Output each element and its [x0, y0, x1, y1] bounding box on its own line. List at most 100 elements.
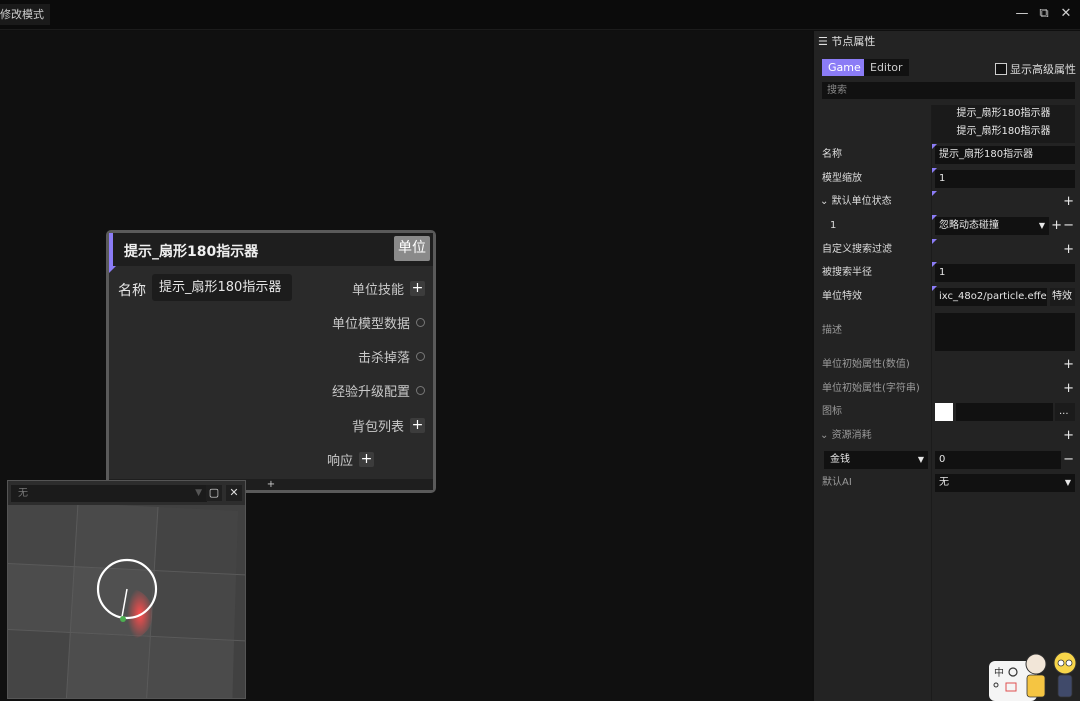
row-label: 单位初始属性(字符串)	[822, 383, 920, 394]
modified-marker	[932, 239, 937, 244]
row-init-attr-str: 单位初始属性(字符串) +	[814, 378, 1080, 400]
node-name-input[interactable]: 提示_扇形180指示器	[152, 274, 292, 301]
node-name-label: 名称	[118, 283, 146, 299]
remove-state-item-button[interactable]: −	[1063, 218, 1074, 233]
add-state-button[interactable]: +	[1063, 194, 1074, 209]
close-icon[interactable]: ✕	[1056, 4, 1076, 24]
row-label-text: 默认单位状态	[831, 196, 892, 207]
resource-type-dropdown[interactable]: 金钱 ▼	[824, 451, 928, 469]
icon-path-input[interactable]	[956, 403, 1053, 421]
port-socket-icon[interactable]	[416, 317, 425, 327]
add-filter-button[interactable]: +	[1063, 242, 1074, 257]
chevron-down-icon[interactable]: ⌄	[820, 196, 828, 207]
resource-amount-input[interactable]: 0	[935, 451, 1061, 469]
unit-node[interactable]: 提示_扇形180指示器 单位 名称 提示_扇形180指示器 单位技能 + 单位模…	[106, 230, 436, 493]
row-label: 被搜索半径	[822, 267, 872, 278]
list-icon: ☰	[818, 35, 828, 48]
row-label: 默认AI	[822, 477, 852, 488]
port-unit-model-data[interactable]: 单位模型数据	[332, 311, 425, 333]
show-advanced-toggle[interactable]: 显示高级属性	[995, 61, 1076, 77]
port-socket-icon[interactable]	[416, 351, 425, 361]
show-advanced-label: 显示高级属性	[1010, 63, 1076, 76]
port-label: 响应	[327, 453, 354, 469]
default-ai-value: 无	[939, 477, 949, 488]
row-label-text: 资源消耗	[831, 430, 872, 441]
chevron-down-icon: ▼	[195, 488, 202, 498]
add-state-item-button[interactable]: +	[1051, 218, 1062, 233]
preview-model-select[interactable]: 无 ▼	[11, 485, 207, 502]
search-radius-input[interactable]: 1	[935, 264, 1075, 282]
port-inventory-list[interactable]: 背包列表 +	[352, 414, 425, 436]
preview-viewport[interactable]	[8, 505, 245, 698]
maximize-icon[interactable]: ▢	[206, 485, 222, 501]
port-response[interactable]: 响应 +	[327, 448, 375, 470]
minimize-icon[interactable]: —	[1012, 4, 1032, 24]
preview-toolbar: 无 ▼ ▢ ✕	[8, 481, 245, 505]
icon-browse-button[interactable]: ...	[1055, 403, 1075, 421]
node-type-badge: 单位	[394, 236, 430, 261]
icon-swatch[interactable]	[935, 403, 953, 421]
plus-icon[interactable]: +	[410, 280, 425, 296]
checkbox[interactable]	[995, 63, 1007, 75]
property-search-input[interactable]: 搜索	[822, 82, 1075, 99]
row-default-ai: 默认AI 无 ▼	[814, 472, 1080, 494]
port-socket-icon[interactable]	[416, 385, 425, 395]
port-label: 击杀掉落	[357, 350, 410, 366]
row-label: 描述	[822, 325, 842, 336]
row-resource-cost: ⌄ 资源消耗 +	[814, 425, 1080, 447]
modified-marker	[932, 191, 937, 196]
mascot-overlay[interactable]: 中	[989, 647, 1080, 701]
row-default-state: ⌄ 默认单位状态 +	[814, 191, 1080, 213]
row-label: 单位特效	[822, 291, 862, 302]
row-state-item: 1 忽略动态碰撞 ▼ + −	[814, 215, 1080, 237]
port-unit-skill[interactable]: 单位技能 +	[352, 277, 425, 299]
tab-editor[interactable]: Editor	[864, 59, 909, 76]
description-textarea[interactable]	[935, 313, 1075, 351]
preview-scene-graphic	[8, 505, 245, 698]
svg-text:中: 中	[994, 666, 1004, 679]
chevron-down-icon: ▼	[1038, 221, 1045, 230]
model-scale-input[interactable]: 1	[935, 170, 1075, 188]
node-properties-panel: ☰ 节点属性 Game Editor 显示高级属性 搜索 提示_扇形180指示器…	[814, 31, 1080, 701]
restore-icon[interactable]: ⧉	[1034, 4, 1054, 24]
state-index: 1	[830, 220, 837, 231]
resource-type-value: 金钱	[830, 454, 850, 465]
plus-icon[interactable]: +	[410, 417, 425, 433]
node-title: 提示_扇形180指示器	[124, 244, 259, 260]
window-title: 修改模式	[0, 4, 50, 25]
row-resource-item: 金钱 ▼ 0 −	[814, 449, 1080, 471]
row-label: 图标	[822, 406, 842, 417]
default-ai-dropdown[interactable]: 无 ▼	[935, 474, 1075, 492]
plus-icon[interactable]: +	[359, 451, 375, 467]
header-line: 提示_扇形180指示器	[956, 126, 1051, 137]
name-input[interactable]: 提示_扇形180指示器	[935, 146, 1075, 164]
modified-marker	[109, 266, 116, 273]
tab-game[interactable]: Game	[822, 59, 867, 76]
add-attr-num-button[interactable]: +	[1063, 357, 1074, 372]
close-icon[interactable]: ✕	[226, 485, 242, 501]
window-title-bar: 修改模式 — ⧉ ✕	[0, 0, 1080, 30]
row-label: 单位初始属性(数值)	[822, 359, 910, 370]
port-label: 单位技能	[351, 282, 404, 298]
panel-title: 节点属性	[831, 35, 876, 48]
chevron-down-icon[interactable]: ⌄	[820, 430, 828, 441]
remove-resource-button[interactable]: −	[1063, 452, 1074, 467]
chevron-down-icon: ▼	[1064, 478, 1071, 487]
add-resource-button[interactable]: +	[1063, 428, 1074, 443]
node-header[interactable]: 提示_扇形180指示器 单位	[109, 233, 433, 266]
row-unit-effect: 单位特效 ixc_48o2/particle.effect 特效	[814, 286, 1080, 308]
port-exp-config[interactable]: 经验升级配置	[332, 379, 425, 401]
node-header-box: 提示_扇形180指示器 提示_扇形180指示器	[932, 105, 1075, 143]
state-dropdown-value: 忽略动态碰撞	[939, 220, 999, 231]
add-attr-str-button[interactable]: +	[1063, 381, 1074, 396]
port-kill-drop[interactable]: 击杀掉落	[358, 345, 425, 367]
chevron-down-icon: ▼	[917, 455, 924, 464]
effect-pick-button[interactable]: 特效	[1050, 288, 1075, 306]
state-dropdown[interactable]: 忽略动态碰撞 ▼	[935, 217, 1049, 235]
model-preview-window[interactable]: 无 ▼ ▢ ✕	[7, 480, 246, 699]
port-label: 单位模型数据	[331, 316, 410, 332]
row-label: 自定义搜索过滤	[822, 244, 892, 255]
unit-effect-input[interactable]: ixc_48o2/particle.effect	[935, 288, 1047, 306]
panel-header: ☰ 节点属性	[814, 31, 1080, 53]
header-line: 提示_扇形180指示器	[956, 108, 1051, 119]
